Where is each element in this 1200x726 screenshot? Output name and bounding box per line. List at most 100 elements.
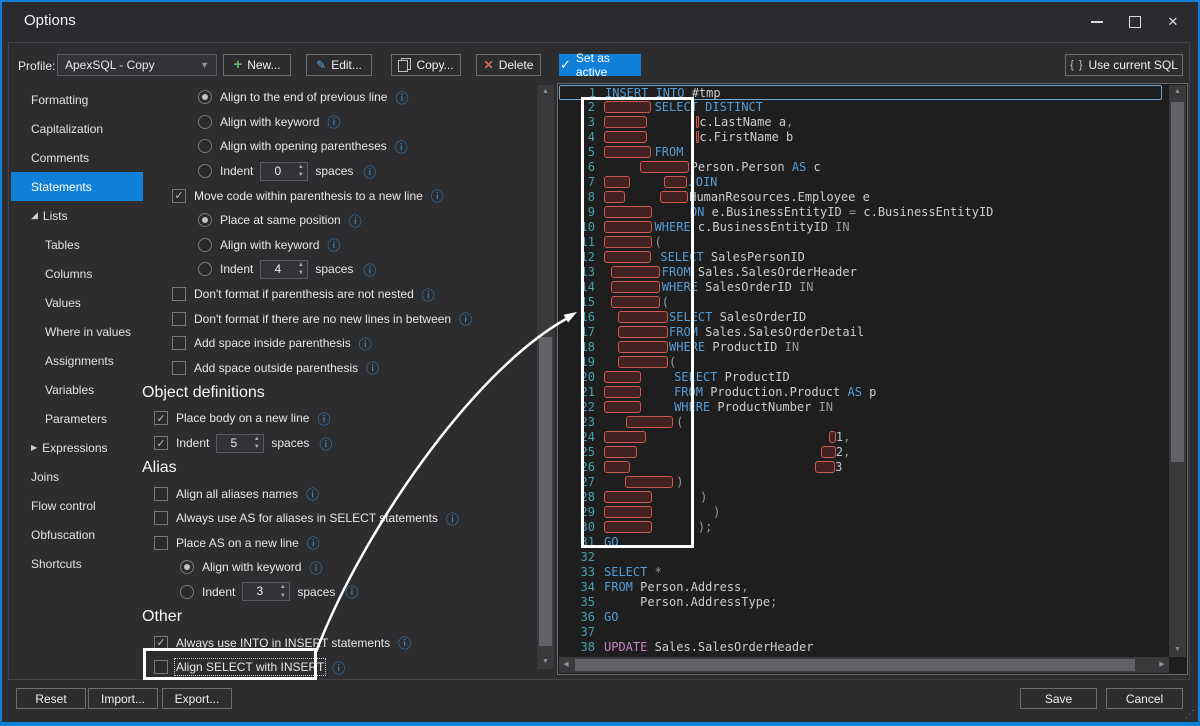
minimize-button[interactable]	[1084, 12, 1110, 32]
info-icon[interactable]: ⓘ	[332, 658, 345, 677]
checkbox-always-use-into-in-insert-statements[interactable]: ✓	[154, 636, 168, 650]
editor-vscroll-thumb[interactable]	[1171, 102, 1184, 462]
checkbox-don-t-format-if-there-are-no-new-lines-in-between[interactable]	[172, 312, 186, 326]
checkbox-align-all-aliases-names[interactable]	[154, 487, 168, 501]
indent-spinner[interactable]: 3▲▼	[242, 582, 290, 601]
spinner-up-icon[interactable]: ▲	[276, 583, 289, 592]
editor-hscroll-thumb[interactable]	[575, 659, 1135, 671]
radio-indent[interactable]	[198, 164, 212, 178]
indent-spinner[interactable]: 0▲▼	[260, 162, 308, 181]
scroll-up-icon[interactable]: ▲	[1169, 85, 1186, 99]
info-icon[interactable]: ⓘ	[349, 211, 362, 230]
spinner-down-icon[interactable]: ▼	[294, 269, 307, 278]
resize-grip[interactable]: ⋰	[1185, 709, 1195, 720]
info-icon[interactable]: ⓘ	[395, 137, 408, 156]
spinner-up-icon[interactable]: ▲	[250, 435, 263, 444]
info-icon[interactable]: ⓘ	[398, 633, 411, 652]
info-icon[interactable]: ⓘ	[446, 509, 459, 528]
info-icon[interactable]: ⓘ	[422, 285, 435, 304]
info-icon[interactable]: ⓘ	[309, 558, 322, 577]
info-icon[interactable]: ⓘ	[459, 309, 472, 328]
spinner-down-icon[interactable]: ▼	[250, 443, 263, 452]
cancel-button[interactable]: Cancel	[1106, 688, 1183, 709]
radio-place-at-same-position[interactable]	[198, 213, 212, 227]
spinner-up-icon[interactable]: ▲	[294, 261, 307, 270]
info-icon[interactable]: ⓘ	[307, 533, 320, 552]
info-icon[interactable]: ⓘ	[359, 334, 372, 353]
sidebar-item-where-in-values[interactable]: Where in values	[11, 317, 143, 346]
info-icon[interactable]: ⓘ	[366, 358, 379, 377]
edit-profile-button[interactable]: ✎ Edit...	[306, 54, 372, 76]
info-icon[interactable]: ⓘ	[306, 484, 319, 503]
sidebar-item-capitalization[interactable]: Capitalization	[11, 114, 143, 143]
info-icon[interactable]: ⓘ	[317, 409, 330, 428]
sidebar-item-shortcuts[interactable]: Shortcuts	[11, 549, 143, 578]
sidebar-item-variables[interactable]: Variables	[11, 375, 143, 404]
use-current-sql-button[interactable]: { } Use current SQL	[1065, 54, 1183, 76]
scroll-left-icon[interactable]: ◀	[559, 657, 573, 673]
checkbox-align-select-with-insert[interactable]	[154, 660, 168, 674]
set-as-active-button[interactable]: ✓ Set as active	[559, 54, 641, 76]
info-icon[interactable]: ⓘ	[395, 88, 408, 107]
reset-button[interactable]: Reset	[16, 688, 86, 709]
sidebar-item-formatting[interactable]: Formatting	[11, 85, 143, 114]
editor-vertical-scrollbar[interactable]: ▲ ▼	[1169, 85, 1186, 657]
tree-collapsed-icon[interactable]: ▶	[31, 443, 37, 452]
indent-spinner[interactable]: 4▲▼	[260, 260, 308, 279]
checkbox-place-as-on-a-new-line[interactable]	[154, 536, 168, 550]
radio-indent[interactable]	[198, 262, 212, 276]
sidebar-item-assignments[interactable]: Assignments	[11, 346, 143, 375]
sidebar-item-lists[interactable]: ◢Lists	[11, 201, 143, 230]
spinner-down-icon[interactable]: ▼	[294, 171, 307, 180]
radio-align-with-keyword[interactable]	[198, 238, 212, 252]
scroll-down-icon[interactable]: ▼	[1169, 643, 1186, 657]
sidebar-item-parameters[interactable]: Parameters	[11, 404, 143, 433]
checkbox-place-body-on-a-new-line[interactable]: ✓	[154, 411, 168, 425]
radio-align-with-opening-parentheses[interactable]	[198, 139, 212, 153]
info-icon[interactable]: ⓘ	[345, 582, 358, 601]
close-button[interactable]: ✕	[1160, 12, 1186, 32]
checkbox-don-t-format-if-parenthesis-are-not-nested[interactable]	[172, 287, 186, 301]
sidebar-item-expressions[interactable]: ▶Expressions	[11, 433, 143, 462]
scroll-right-icon[interactable]: ▶	[1155, 657, 1169, 673]
spinner-down-icon[interactable]: ▼	[276, 592, 289, 601]
info-icon[interactable]: ⓘ	[327, 235, 340, 254]
checkbox-always-use-as-for-aliases-in-select-statements[interactable]	[154, 511, 168, 525]
scroll-down-icon[interactable]: ▼	[537, 655, 554, 669]
export-button[interactable]: Export...	[162, 688, 232, 709]
sidebar-item-comments[interactable]: Comments	[11, 143, 143, 172]
info-icon[interactable]: ⓘ	[363, 260, 376, 279]
sidebar-item-tables[interactable]: Tables	[11, 230, 143, 259]
info-icon[interactable]: ⓘ	[319, 434, 332, 453]
sidebar-item-obfuscation[interactable]: Obfuscation	[11, 520, 143, 549]
sidebar-item-columns[interactable]: Columns	[11, 259, 143, 288]
copy-profile-button[interactable]: Copy...	[391, 54, 461, 76]
radio-align-with-keyword[interactable]	[198, 115, 212, 129]
import-button[interactable]: Import...	[88, 688, 158, 709]
maximize-button[interactable]	[1122, 12, 1148, 32]
sidebar-item-statements[interactable]: Statements	[11, 172, 143, 201]
sidebar-item-values[interactable]: Values	[11, 288, 143, 317]
radio-align-to-the-end-of-previous-line[interactable]	[198, 90, 212, 104]
tree-expanded-icon[interactable]: ◢	[31, 210, 38, 221]
checkbox-add-space-inside-parenthesis[interactable]	[172, 336, 186, 350]
options-scrollbar[interactable]: ▲ ▼	[537, 85, 554, 669]
checkbox-add-space-outside-parenthesis[interactable]	[172, 361, 186, 375]
checkbox-move-code-within-parenthesis-to-a-new-line[interactable]: ✓	[172, 189, 186, 203]
delete-profile-button[interactable]: ✕ Delete	[476, 54, 541, 76]
save-button[interactable]: Save	[1020, 688, 1097, 709]
radio-align-with-keyword[interactable]	[180, 560, 194, 574]
spinner-up-icon[interactable]: ▲	[294, 163, 307, 172]
sidebar-item-joins[interactable]: Joins	[11, 462, 143, 491]
info-icon[interactable]: ⓘ	[431, 186, 444, 205]
radio-indent[interactable]	[180, 585, 194, 599]
scroll-up-icon[interactable]: ▲	[537, 85, 554, 99]
new-profile-button[interactable]: + New...	[223, 54, 291, 76]
info-icon[interactable]: ⓘ	[363, 162, 376, 181]
checkbox-indent[interactable]: ✓	[154, 436, 168, 450]
options-scrollbar-thumb[interactable]	[539, 337, 552, 646]
sidebar-item-flow-control[interactable]: Flow control	[11, 491, 143, 520]
profile-dropdown[interactable]: ApexSQL - Copy ▼	[57, 54, 217, 76]
info-icon[interactable]: ⓘ	[327, 112, 340, 131]
indent-spinner[interactable]: 5▲▼	[216, 434, 264, 453]
